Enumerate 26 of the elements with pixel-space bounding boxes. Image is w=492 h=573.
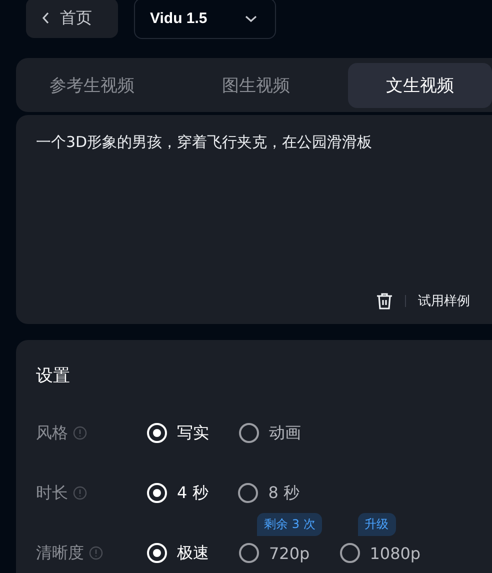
prompt-field[interactable]: 一个3D形象的男孩，穿着飞行夹克，在公园滑滑板 [36, 133, 492, 292]
radio-option[interactable]: 写实 [147, 422, 209, 444]
info-icon [73, 486, 87, 500]
info-icon [89, 546, 103, 560]
tab[interactable]: 图生视频 [184, 62, 328, 108]
chevron-down-icon [245, 14, 257, 22]
tab[interactable]: 文生视频 [348, 62, 492, 108]
radio-option[interactable]: 4 秒 [147, 482, 208, 504]
chevron-left-icon [42, 12, 50, 24]
try-sample-button[interactable]: 试用样例 [418, 292, 470, 310]
radio-option[interactable]: 720p [239, 543, 310, 563]
info-icon [73, 426, 87, 440]
setting-label: 时长 [36, 482, 68, 504]
option-badge: 升级 [358, 513, 396, 536]
option-badge: 剩余 3 次 [257, 513, 322, 536]
back-button[interactable]: 首页 [26, 0, 118, 38]
tab[interactable]: 参考生视频 [20, 62, 164, 108]
setting-label: 风格 [36, 422, 68, 444]
trash-icon[interactable] [376, 292, 393, 310]
radio-option[interactable]: 极速 [147, 542, 209, 564]
model-select[interactable]: Vidu 1.5 [134, 0, 276, 39]
settings-title: 设置 [36, 365, 71, 387]
setting-label: 清晰度 [36, 542, 84, 564]
radio-option[interactable]: 动画 [239, 422, 301, 444]
radio-option[interactable]: 1080p [340, 543, 421, 563]
radio-option[interactable]: 8 秒 [238, 482, 300, 504]
